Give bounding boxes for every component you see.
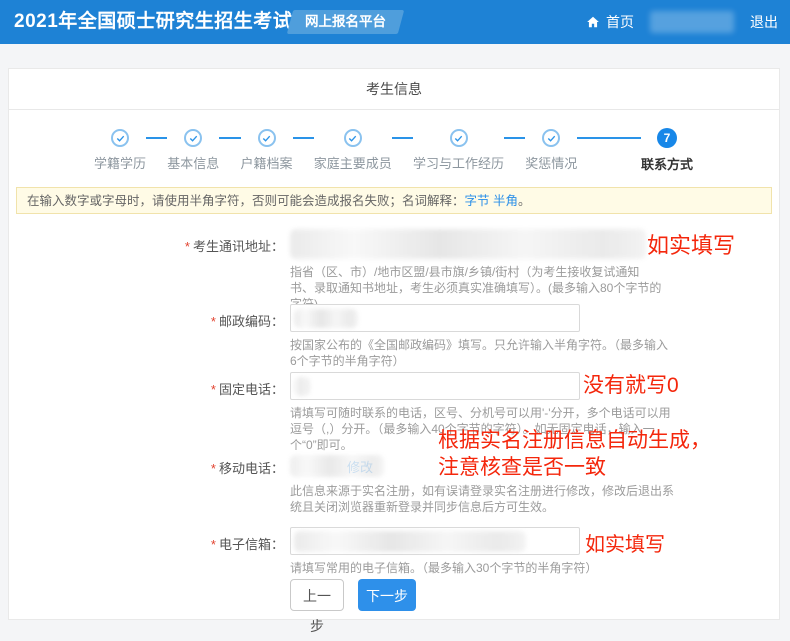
step-item-5[interactable]: 学习与工作经历 <box>413 129 504 172</box>
email-value-redacted <box>294 531 526 552</box>
check-icon <box>184 129 202 147</box>
postcode-input[interactable] <box>290 304 580 332</box>
annotation-email: 如实填写 <box>585 528 665 557</box>
annotation-phone: 没有就写0 <box>583 369 679 399</box>
step-item-3[interactable]: 户籍档案 <box>241 129 293 172</box>
required-mark: * <box>211 537 216 552</box>
annotation-address: 如实填写 <box>647 228 735 260</box>
platform-badge: 网上报名平台 <box>287 10 404 34</box>
check-icon <box>450 129 468 147</box>
step-item-4[interactable]: 家庭主要成员 <box>314 129 392 172</box>
prev-step-button[interactable]: 上一步 <box>290 579 344 611</box>
page-title: 考生信息 <box>9 69 779 110</box>
step-connector <box>293 137 314 139</box>
username-redacted <box>650 11 734 33</box>
step-connector <box>146 137 167 139</box>
postcode-help: 按国家公布的《全国邮政编码》填写。只允许输入半角字符。（最多输入6个字节的半角字… <box>290 337 670 369</box>
field-row-postcode: *邮政编码： 按国家公布的《全国邮政编码》填写。只允许输入半角字符。（最多输入6… <box>9 304 771 369</box>
step-connector <box>504 137 525 139</box>
step-connector <box>219 137 240 139</box>
step-item-2[interactable]: 基本信息 <box>167 129 219 172</box>
mobile-value-redacted <box>290 455 384 477</box>
halfwidth-notice-bar: 在输入数字或字母时，请使用半角字符，否则可能会造成报名失败；名词解释：字节 半角… <box>16 187 772 214</box>
home-link[interactable]: 首页 <box>586 12 634 32</box>
form-buttons: 上一步 下一步 <box>290 579 416 611</box>
step-item-7-current[interactable]: 7 联系方式 <box>641 129 693 173</box>
step-label: 户籍档案 <box>241 153 293 172</box>
step-connector <box>392 137 413 139</box>
check-icon <box>111 129 129 147</box>
step-label: 基本信息 <box>167 153 219 172</box>
step-label: 学籍学历 <box>94 153 146 172</box>
step-number-badge: 7 <box>657 128 677 148</box>
next-step-button[interactable]: 下一步 <box>358 579 416 611</box>
mobile-label: *移动电话： <box>9 455 284 515</box>
postcode-value-redacted <box>294 309 358 328</box>
app-header: 2021年全国硕士研究生招生考试 网上报名平台 首页 退出 <box>0 0 790 44</box>
notice-text: 在输入数字或字母时，请使用半角字符，否则可能会造成报名失败；名词解释： <box>27 194 465 208</box>
phone-value-redacted <box>294 377 310 396</box>
phone-input[interactable] <box>290 372 580 400</box>
home-icon <box>586 15 600 29</box>
phone-label: *固定电话： <box>9 372 284 453</box>
logout-button[interactable]: 退出 <box>750 12 778 32</box>
email-label: *电子信箱： <box>9 527 284 576</box>
email-help: 请填写常用的电子信箱。（最多输入30个字节的半角字符） <box>290 560 597 576</box>
home-label: 首页 <box>606 12 634 32</box>
app-title: 2021年全国硕士研究生招生考试 <box>14 0 292 44</box>
byte-definition-link[interactable]: 字节 <box>465 194 490 208</box>
annotation-mobile: 根据实名注册信息自动生成， 注意核查是否一致 <box>438 427 711 481</box>
step-connector <box>577 137 641 139</box>
address-input[interactable] <box>290 229 646 259</box>
required-mark: * <box>185 239 190 254</box>
required-mark: * <box>211 314 216 329</box>
step-label: 奖惩情况 <box>525 153 577 172</box>
step-label: 家庭主要成员 <box>314 153 392 172</box>
step-item-6[interactable]: 奖惩情况 <box>525 129 577 172</box>
postcode-label: *邮政编码： <box>9 304 284 369</box>
required-mark: * <box>211 382 216 397</box>
step-item-1[interactable]: 学籍学历 <box>94 129 146 172</box>
step-label: 联系方式 <box>641 154 693 173</box>
step-label: 学习与工作经历 <box>413 153 504 172</box>
check-icon <box>258 129 276 147</box>
check-icon <box>542 129 560 147</box>
halfwidth-definition-link[interactable]: 半角 <box>493 194 518 208</box>
check-icon <box>344 129 362 147</box>
required-mark: * <box>211 461 216 476</box>
step-progress: 学籍学历 基本信息 户籍档案 家庭主要成员 学习 <box>94 129 693 173</box>
mobile-help: 此信息来源于实名注册，如有误请登录实名注册进行修改，修改后退出系统且关闭浏览器重… <box>290 483 682 515</box>
address-label: *考生通讯地址： <box>9 229 284 312</box>
email-input[interactable] <box>290 527 580 555</box>
